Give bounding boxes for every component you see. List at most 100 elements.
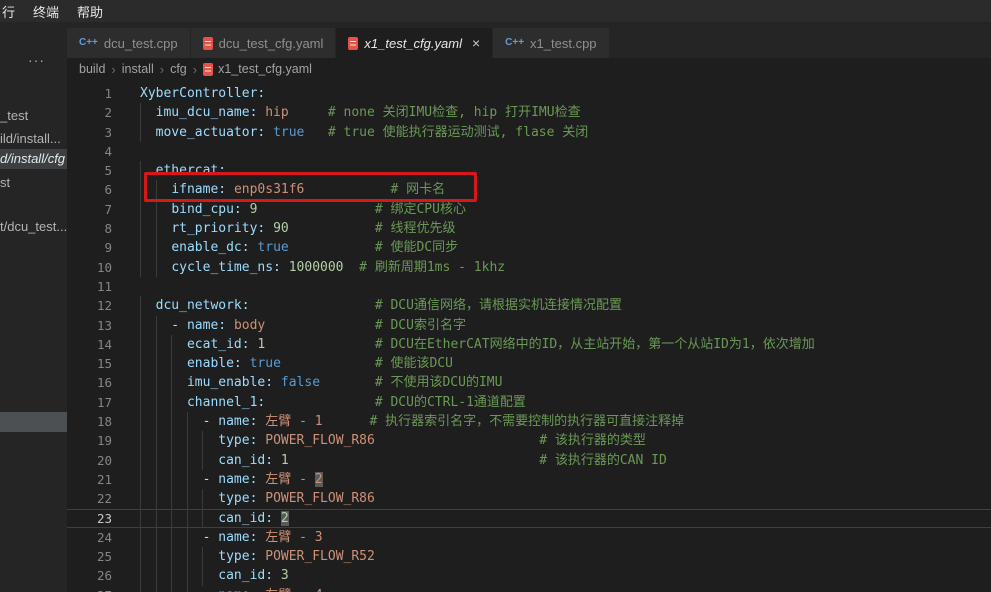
cpp-icon: C++	[79, 37, 98, 48]
code-line-17[interactable]: 17 channel_1: # DCU的CTRL-1通道配置	[67, 393, 991, 412]
line-number[interactable]: 16	[67, 373, 140, 392]
indent-guide	[202, 566, 203, 585]
code-line-13[interactable]: 13 - name: body # DCU索引名字	[67, 316, 991, 335]
line-number[interactable]: 2	[67, 103, 140, 122]
code-line-22[interactable]: 22 type: POWER_FLOW_R86	[67, 489, 991, 508]
tab-dcu_test_cfg.yaml[interactable]: dcu_test_cfg.yaml	[191, 28, 336, 58]
line-number[interactable]: 9	[67, 238, 140, 257]
line-number[interactable]: 21	[67, 470, 140, 489]
line-number[interactable]: 19	[67, 431, 140, 450]
sidebar-item[interactable]: ild/install...	[0, 129, 67, 149]
code-line-3[interactable]: 3 move_actuator: true # true 使能执行器运动测试, …	[67, 123, 991, 142]
code-line-21[interactable]: 21 - name: 左臂 - 2	[67, 470, 991, 489]
code-text	[140, 142, 991, 161]
line-number[interactable]: 26	[67, 566, 140, 585]
line-number[interactable]: 13	[67, 316, 140, 335]
sidebar-item[interactable]: st	[0, 173, 67, 193]
line-number[interactable]: 15	[67, 354, 140, 373]
indent-guide	[140, 219, 141, 238]
code-text: cycle_time_ns: 1000000 # 刷新周期1ms - 1khz	[140, 258, 991, 277]
code-line-26[interactable]: 26 can_id: 3	[67, 566, 991, 585]
menu-item[interactable]: 帮助	[68, 0, 112, 22]
code-line-20[interactable]: 20 can_id: 1 # 该执行器的CAN ID	[67, 451, 991, 470]
indent-guide	[156, 489, 157, 508]
sidebar-item[interactable]: d/install/cfg	[0, 149, 67, 169]
code-line-2[interactable]: 2 imu_dcu_name: hip # none 关闭IMU检查, hip …	[67, 103, 991, 122]
indent-guide	[140, 509, 141, 528]
indent-guide	[140, 200, 141, 219]
code-line-4[interactable]: 4	[67, 142, 991, 161]
line-number[interactable]: 12	[67, 296, 140, 315]
code-line-10[interactable]: 10 cycle_time_ns: 1000000 # 刷新周期1ms - 1k…	[67, 258, 991, 277]
indent-guide	[171, 354, 172, 373]
code-text: type: POWER_FLOW_R86 # 该执行器的类型	[140, 431, 991, 450]
line-number[interactable]: 7	[67, 200, 140, 219]
sidebar-item[interactable]: t/dcu_test...	[0, 217, 67, 237]
line-number[interactable]: 6	[67, 180, 140, 199]
code-line-1[interactable]: 1XyberController:	[67, 84, 991, 103]
code-line-18[interactable]: 18 - name: 左臂 - 1 # 执行器索引名字，不需要控制的执行器可直接…	[67, 412, 991, 431]
menu-item[interactable]: 终端	[24, 0, 68, 22]
tab-x1_test.cpp[interactable]: C++x1_test.cpp	[493, 28, 608, 58]
code-line-12[interactable]: 12 dcu_network: # DCU通信网络，请根据实机连接情况配置	[67, 296, 991, 315]
code-line-19[interactable]: 19 type: POWER_FLOW_R86 # 该执行器的类型	[67, 431, 991, 450]
line-number[interactable]: 22	[67, 489, 140, 508]
sidebar-item[interactable]: _test	[0, 106, 67, 126]
line-number[interactable]: 4	[67, 142, 140, 161]
yaml-icon	[348, 37, 358, 50]
indent-guide	[140, 412, 141, 431]
menu-item[interactable]: 行	[2, 0, 24, 22]
breadcrumb-item[interactable]: install	[122, 62, 154, 76]
tab-x1_test_cfg.yaml[interactable]: x1_test_cfg.yaml×	[336, 28, 492, 58]
line-number[interactable]: 24	[67, 528, 140, 547]
line-number[interactable]: 8	[67, 219, 140, 238]
code-line-7[interactable]: 7 bind_cpu: 9 # 绑定CPU核心	[67, 200, 991, 219]
code-text: can_id: 3	[140, 566, 991, 585]
indent-guide	[156, 200, 157, 219]
indent-guide	[140, 470, 141, 489]
indent-guide	[140, 335, 141, 354]
code-text: rt_priority: 90 # 线程优先级	[140, 219, 991, 238]
code-line-14[interactable]: 14 ecat_id: 1 # DCU在EtherCAT网络中的ID，从主站开始…	[67, 335, 991, 354]
indent-guide	[140, 528, 141, 547]
breadcrumb-item[interactable]: cfg	[170, 62, 187, 76]
line-number[interactable]: 23	[67, 509, 140, 528]
breadcrumb: build›install›cfg›x1_test_cfg.yaml	[67, 58, 991, 80]
code-line-9[interactable]: 9 enable_dc: true # 使能DC同步	[67, 238, 991, 257]
indent-guide	[171, 373, 172, 392]
tab-label: dcu_test.cpp	[104, 36, 178, 51]
indent-guide	[140, 161, 141, 180]
code-text: - name: 左臂 - 3	[140, 528, 991, 547]
tab-dcu_test.cpp[interactable]: C++ dcu_test.cpp	[67, 28, 190, 58]
line-number[interactable]: 18	[67, 412, 140, 431]
code-line-25[interactable]: 25 type: POWER_FLOW_R52	[67, 547, 991, 566]
indent-guide	[171, 335, 172, 354]
line-number[interactable]: 20	[67, 451, 140, 470]
more-actions-icon[interactable]: ···	[28, 52, 45, 68]
line-number[interactable]: 14	[67, 335, 140, 354]
code-text: can_id: 2	[140, 509, 991, 528]
code-text: ecat_id: 1 # DCU在EtherCAT网络中的ID，从主站开始，第一…	[140, 335, 991, 354]
code-line-8[interactable]: 8 rt_priority: 90 # 线程优先级	[67, 219, 991, 238]
close-icon[interactable]: ×	[472, 36, 480, 50]
line-number[interactable]: 17	[67, 393, 140, 412]
code-text: type: POWER_FLOW_R52	[140, 547, 991, 566]
code-editor[interactable]: 1XyberController:2 imu_dcu_name: hip # n…	[67, 80, 991, 592]
breadcrumb-item[interactable]: build	[79, 62, 105, 76]
code-line-11[interactable]: 11	[67, 277, 991, 296]
line-number[interactable]: 11	[67, 277, 140, 296]
code-line-15[interactable]: 15 enable: true # 使能该DCU	[67, 354, 991, 373]
line-number[interactable]: 10	[67, 258, 140, 277]
code-line-16[interactable]: 16 imu_enable: false # 不使用该DCU的IMU	[67, 373, 991, 392]
code-text: - name: body # DCU索引名字	[140, 316, 991, 335]
line-number[interactable]: 1	[67, 84, 140, 103]
code-line-24[interactable]: 24 - name: 左臂 - 3	[67, 528, 991, 547]
line-number[interactable]: 5	[67, 161, 140, 180]
line-number[interactable]: 27	[67, 586, 140, 592]
line-number[interactable]: 25	[67, 547, 140, 566]
breadcrumb-file[interactable]: x1_test_cfg.yaml	[218, 62, 312, 76]
code-line-23[interactable]: 23 can_id: 2	[67, 509, 991, 528]
code-line-27[interactable]: 27 - name: 左臂 - 4	[67, 586, 991, 592]
line-number[interactable]: 3	[67, 123, 140, 142]
sidebar-item[interactable]	[0, 412, 67, 432]
